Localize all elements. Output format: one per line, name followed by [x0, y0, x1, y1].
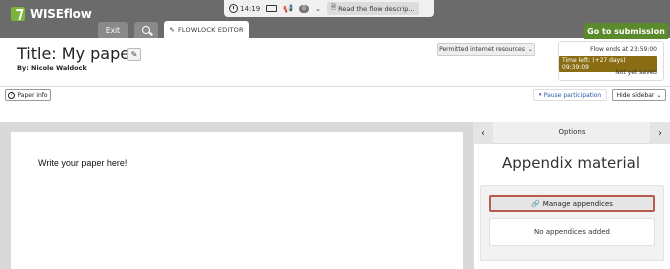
- editor-tab-label: FLOWLOCK EDITOR: [177, 25, 244, 34]
- notification-count-badge: 0: [299, 4, 309, 13]
- pause-label: Pause participation: [543, 91, 602, 99]
- paperclip-icon: 🔗: [531, 199, 540, 208]
- chevron-down-icon[interactable]: ⌄: [315, 5, 321, 13]
- appendix-heading: Appendix material: [502, 154, 640, 172]
- document-icon: 🗎: [330, 3, 337, 11]
- search-button[interactable]: [134, 22, 158, 38]
- exit-button[interactable]: Exit: [98, 22, 128, 38]
- question-icon: ?: [8, 91, 16, 99]
- clock-icon: [229, 4, 238, 13]
- brand-name: WISEflow: [30, 7, 92, 21]
- paper-info-button[interactable]: ? Paper info: [5, 89, 51, 101]
- author-byline: By: Nicole Waldock: [17, 64, 87, 72]
- manage-appendices-label: Manage appendices: [542, 199, 613, 208]
- brand-logo: WISEflow: [11, 7, 92, 21]
- manage-appendices-button[interactable]: 🔗 Manage appendices: [489, 195, 655, 212]
- paper-editor[interactable]: [11, 132, 463, 269]
- sidebar-next-button[interactable]: ›: [650, 122, 670, 144]
- internet-resources-label: Permitted internet resources: [439, 46, 525, 53]
- tab-flowlock-editor[interactable]: ✎ FLOWLOCK EDITOR: [164, 21, 249, 38]
- sidebar-prev-button[interactable]: ‹: [473, 122, 493, 144]
- paper-info-label: Paper info: [17, 91, 48, 99]
- hide-sidebar-dropdown[interactable]: Hide sidebar ⌄: [612, 89, 666, 101]
- no-appendices-message: No appendices added: [489, 218, 655, 246]
- battery-icon[interactable]: [266, 5, 278, 12]
- hide-sidebar-label: Hide sidebar: [616, 91, 655, 99]
- flow-end-time: Flow ends at 23:59:00: [590, 46, 657, 53]
- timer[interactable]: 14:19: [229, 4, 260, 13]
- editor-content[interactable]: Write your paper here!: [38, 158, 127, 168]
- go-to-submission-button[interactable]: Go to submission: [584, 23, 668, 39]
- chevron-down-icon: ⌄: [656, 91, 662, 99]
- flow-status-panel: Flow ends at 23:59:00 Time left: (+27 da…: [558, 41, 664, 81]
- status-strip: 14:19 📢 0 ⌄ 🗎 Read the flow descrip...: [224, 0, 434, 17]
- chevron-down-icon: ⌄: [527, 46, 533, 53]
- sidebar-options-title: Options: [558, 128, 586, 136]
- chevron-right-icon: ›: [658, 127, 662, 139]
- permitted-internet-resources-dropdown[interactable]: Permitted internet resources ⌄: [437, 43, 535, 56]
- pencil-icon: ✎: [130, 50, 138, 59]
- read-flow-label: Read the flow descrip...: [338, 4, 415, 13]
- search-icon: [142, 26, 150, 34]
- edit-title-button[interactable]: ✎: [127, 48, 141, 61]
- pause-icon: ⏸: [538, 91, 542, 98]
- pause-participation-button[interactable]: ⏸ Pause participation: [533, 89, 607, 101]
- chevron-left-icon: ‹: [481, 127, 485, 139]
- page-title: Title: My paper: [17, 44, 137, 63]
- timer-value: 14:19: [240, 4, 261, 13]
- divider: [0, 86, 670, 87]
- save-status: Not yet saved: [615, 69, 657, 76]
- megaphone-icon[interactable]: 📢: [283, 4, 293, 13]
- read-flow-description-button[interactable]: 🗎 Read the flow descrip...: [326, 2, 419, 15]
- edit-tool-icon: ✎: [169, 25, 175, 34]
- wiseflow-logo-icon: [11, 7, 25, 21]
